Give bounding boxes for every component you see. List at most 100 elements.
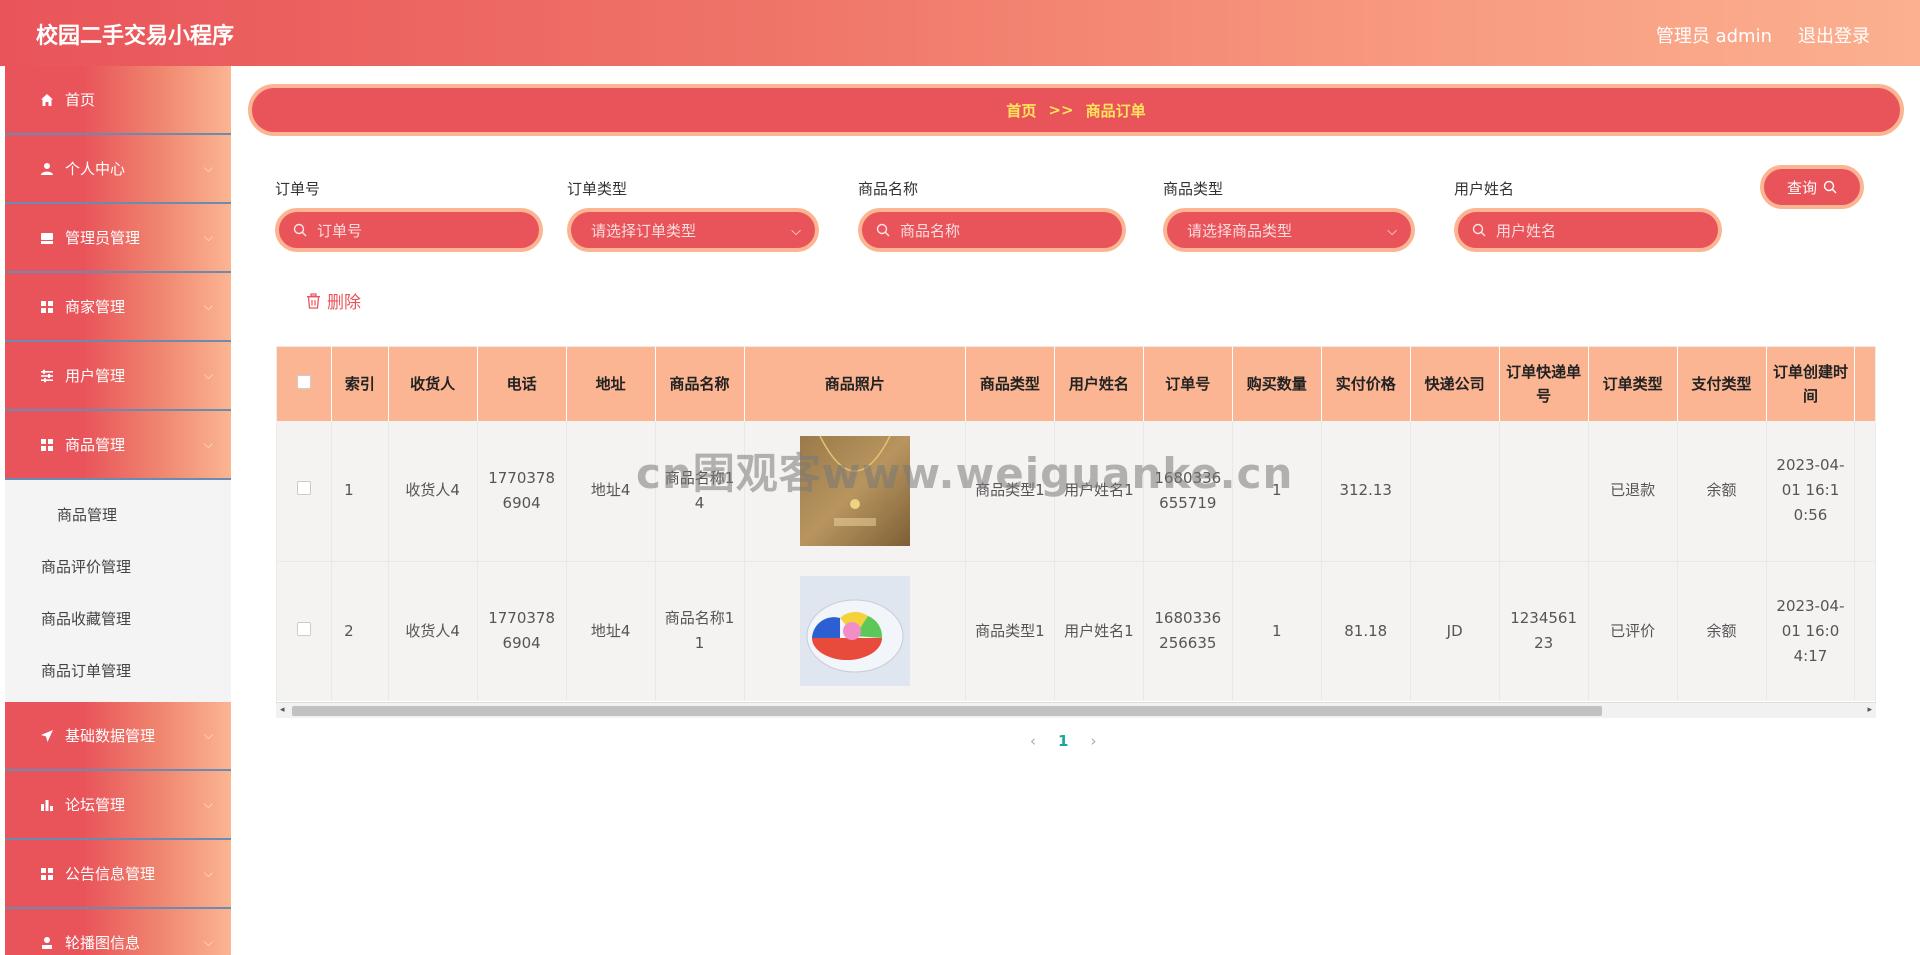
cell-created: 2023-04-01 16:10:56 [1766, 421, 1856, 562]
sidebar-item-basic-data[interactable]: 基础数据管理 ⌵ [5, 702, 231, 771]
column-header[interactable]: 订单创建时间 [1766, 347, 1856, 421]
admin-label[interactable]: 管理员 admin [1656, 22, 1772, 48]
person-icon [39, 935, 55, 951]
cell-price: 312.13 [1321, 421, 1411, 562]
archive-icon [39, 230, 55, 246]
cell-order-no: 1680336256635 [1143, 561, 1233, 701]
header-actions: 管理员 admin 退出登录 [1656, 22, 1870, 48]
column-header[interactable]: 购买数量 [1232, 347, 1322, 421]
cell-pay-type: 余额 [1677, 421, 1767, 562]
delete-button[interactable]: 删除 [306, 288, 361, 313]
column-header[interactable]: 商品名称 [655, 347, 745, 421]
sidebar-item-personal[interactable]: 个人中心 ⌵ [5, 135, 231, 204]
order-no-input[interactable]: 订单号 [275, 208, 543, 252]
cell-order-no: 1680336655719 [1143, 421, 1233, 562]
sidebar-item-label: 个人中心 [65, 160, 126, 178]
column-header[interactable]: 地址 [566, 347, 656, 421]
select-all-cell [277, 347, 333, 421]
column-header[interactable]: 索引 [331, 347, 389, 421]
sidebar-item-notice[interactable]: 公告信息管理 ⌵ [5, 840, 231, 909]
column-header[interactable]: 商品照片 [744, 347, 966, 421]
cell-phone: 17703786904 [477, 561, 567, 701]
order-no-placeholder: 订单号 [317, 221, 363, 240]
column-header[interactable]: 快递公司 [1410, 347, 1500, 421]
goods-photo-necklace[interactable] [799, 435, 910, 546]
cell-tracking-no: 123456123 [1499, 561, 1589, 701]
next-page-button[interactable]: › [1090, 732, 1096, 750]
submenu-item-orders[interactable]: 商品订单管理 [5, 644, 231, 696]
submenu-item-favorites[interactable]: 商品收藏管理 [5, 592, 231, 644]
cell-username: 用户姓名1 [1054, 561, 1144, 701]
chevron-down-icon: ⌵ [203, 728, 213, 742]
row-select-cell [277, 561, 333, 701]
cell-goods-type: 商品类型1 [965, 421, 1055, 562]
page-number-current[interactable]: 1 [1058, 732, 1068, 750]
cell-photo [744, 561, 966, 701]
orders-table: 索引 收货人 电话 地址 商品名称 商品照片 商品类型 用户姓名 订单号 购买数… [276, 346, 1876, 718]
sidebar-item-label: 公告信息管理 [65, 865, 156, 883]
cell-courier [1410, 421, 1500, 562]
cell-order-type: 已评价 [1588, 561, 1678, 701]
column-header[interactable]: 电话 [477, 347, 567, 421]
scroll-left-icon[interactable]: ◂ [280, 705, 285, 715]
username-input[interactable]: 用户姓名 [1454, 208, 1722, 252]
cell-goods-name: 商品名称14 [655, 421, 745, 562]
cell-index: 1 [331, 421, 389, 562]
row-checkbox[interactable] [297, 481, 312, 496]
order-no-label: 订单号 [275, 180, 321, 198]
goods-photo-tray[interactable] [799, 576, 910, 687]
chevron-down-icon: ⌵ [203, 368, 213, 382]
select-all-checkbox[interactable] [297, 375, 312, 389]
table-row[interactable]: 2 收货人4 17703786904 地址4 商品名称11 商品类型1 用户姓名… [277, 561, 1875, 701]
column-header[interactable]: 订单快递单号 [1499, 347, 1589, 421]
sidebar-item-label: 管理员管理 [65, 229, 141, 247]
send-icon [39, 728, 55, 744]
cell-photo [744, 421, 966, 562]
sidebar-item-goods[interactable]: 商品管理 ⌵ [5, 411, 231, 480]
order-type-select[interactable]: 请选择订单类型 ⌵ [567, 208, 819, 252]
goods-name-input[interactable]: 商品名称 [858, 208, 1126, 252]
table-header-row: 索引 收货人 电话 地址 商品名称 商品照片 商品类型 用户姓名 订单号 购买数… [277, 347, 1875, 421]
prev-page-button[interactable]: ‹ [1030, 732, 1036, 750]
goods-type-select[interactable]: 请选择商品类型 ⌵ [1163, 208, 1415, 252]
column-header[interactable]: 收货人 [388, 347, 478, 421]
column-header[interactable]: 订单号 [1143, 347, 1233, 421]
search-icon [1472, 223, 1486, 237]
scroll-thumb[interactable] [292, 706, 1602, 716]
sidebar-item-forum[interactable]: 论坛管理 ⌵ [5, 771, 231, 840]
table-row[interactable]: 1 收货人4 17703786904 地址4 商品名称14 商品类型1 用户姓名… [277, 421, 1875, 562]
submenu-item-goods[interactable]: 商品管理 [5, 488, 231, 540]
cell-address: 地址4 [566, 421, 656, 562]
breadcrumb-home[interactable]: 首页 [1006, 100, 1036, 121]
submenu-item-reviews[interactable]: 商品评价管理 [5, 540, 231, 592]
column-header[interactable]: 用户姓名 [1054, 347, 1144, 421]
sidebar-item-label: 商家管理 [65, 298, 126, 316]
goods-type-placeholder: 请选择商品类型 [1187, 221, 1293, 240]
sidebar-item-label: 基础数据管理 [65, 727, 156, 745]
order-type-placeholder: 请选择订单类型 [591, 221, 697, 240]
table-horizontal-scrollbar[interactable]: ◂ ▸ [276, 702, 1876, 718]
column-header[interactable]: 支付类型 [1677, 347, 1767, 421]
sidebar-item-home[interactable]: 首页 [5, 66, 231, 135]
query-label: 查询 [1786, 178, 1817, 197]
search-icon [876, 223, 890, 237]
sidebar-item-label: 商品管理 [65, 436, 126, 454]
query-button[interactable]: 查询 [1760, 165, 1864, 209]
sidebar-item-users[interactable]: 用户管理 ⌵ [5, 342, 231, 411]
row-checkbox[interactable] [297, 621, 312, 636]
username-label: 用户姓名 [1454, 180, 1515, 198]
column-header[interactable]: 实付价格 [1321, 347, 1411, 421]
cell-goods-name: 商品名称11 [655, 561, 745, 701]
sidebar-item-carousel[interactable]: 轮播图信息 ⌵ [5, 909, 231, 955]
goods-name-label: 商品名称 [858, 180, 919, 198]
logout-button[interactable]: 退出登录 [1798, 22, 1870, 48]
sidebar-item-admin[interactable]: 管理员管理 ⌵ [5, 204, 231, 273]
pagination: ‹ 1 › [1030, 732, 1096, 750]
sliders-icon [39, 368, 55, 384]
column-header[interactable]: 商品类型 [965, 347, 1055, 421]
scroll-right-icon[interactable]: ▸ [1867, 705, 1872, 715]
chevron-down-icon: ⌵ [1387, 224, 1397, 239]
sidebar-item-merchant[interactable]: 商家管理 ⌵ [5, 273, 231, 342]
cell-price: 81.18 [1321, 561, 1411, 701]
column-header[interactable]: 订单类型 [1588, 347, 1678, 421]
